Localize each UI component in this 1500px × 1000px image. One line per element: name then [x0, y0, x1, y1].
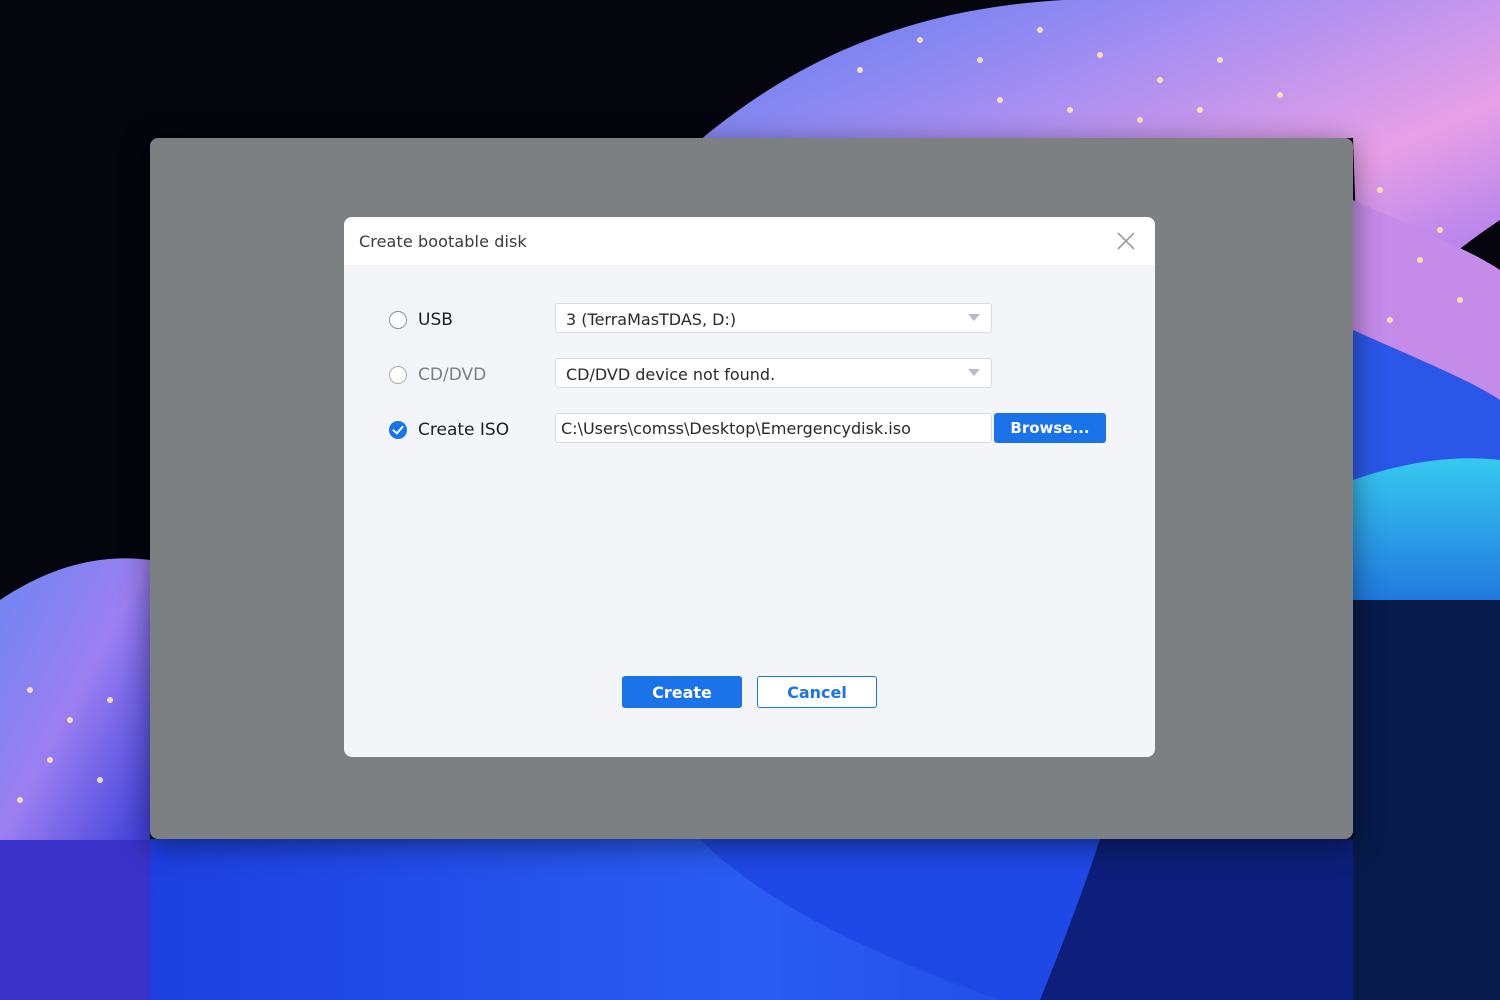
create-iso-label[interactable]: Create ISO: [418, 420, 509, 440]
usb-device-value: 3 (TerraMasTDAS, D:): [566, 310, 737, 329]
checkmark-icon: [392, 425, 404, 435]
usb-label[interactable]: USB: [418, 310, 453, 330]
cd-dvd-device-select[interactable]: CD/DVD device not found.: [555, 358, 992, 388]
option-row-usb: USB 3 (TerraMasTDAS, D:): [344, 303, 1155, 337]
option-row-create-iso: Create ISO Browse...: [344, 413, 1155, 447]
cd-dvd-device-value: CD/DVD device not found.: [566, 365, 776, 384]
app-window-overlay: Create bootable disk USB 3 (TerraMasTDAS…: [150, 138, 1353, 839]
create-bootable-disk-dialog: Create bootable disk USB 3 (TerraMasTDAS…: [344, 217, 1155, 757]
usb-radio[interactable]: [389, 311, 407, 329]
dialog-header: Create bootable disk: [344, 217, 1155, 265]
cancel-button[interactable]: Cancel: [757, 676, 877, 708]
usb-device-select[interactable]: 3 (TerraMasTDAS, D:): [555, 303, 992, 333]
option-row-cd-dvd: CD/DVD CD/DVD device not found.: [344, 358, 1155, 392]
close-button[interactable]: [1115, 230, 1137, 252]
cd-dvd-radio[interactable]: [389, 366, 407, 384]
dialog-title: Create bootable disk: [359, 232, 527, 251]
chevron-down-icon: [968, 314, 980, 321]
chevron-down-icon: [968, 369, 980, 376]
create-iso-radio[interactable]: [389, 421, 407, 439]
cd-dvd-label[interactable]: CD/DVD: [418, 365, 486, 385]
create-button[interactable]: Create: [622, 676, 742, 708]
close-icon: [1117, 232, 1135, 250]
iso-path-input[interactable]: [555, 413, 992, 443]
browse-button[interactable]: Browse...: [994, 413, 1106, 443]
